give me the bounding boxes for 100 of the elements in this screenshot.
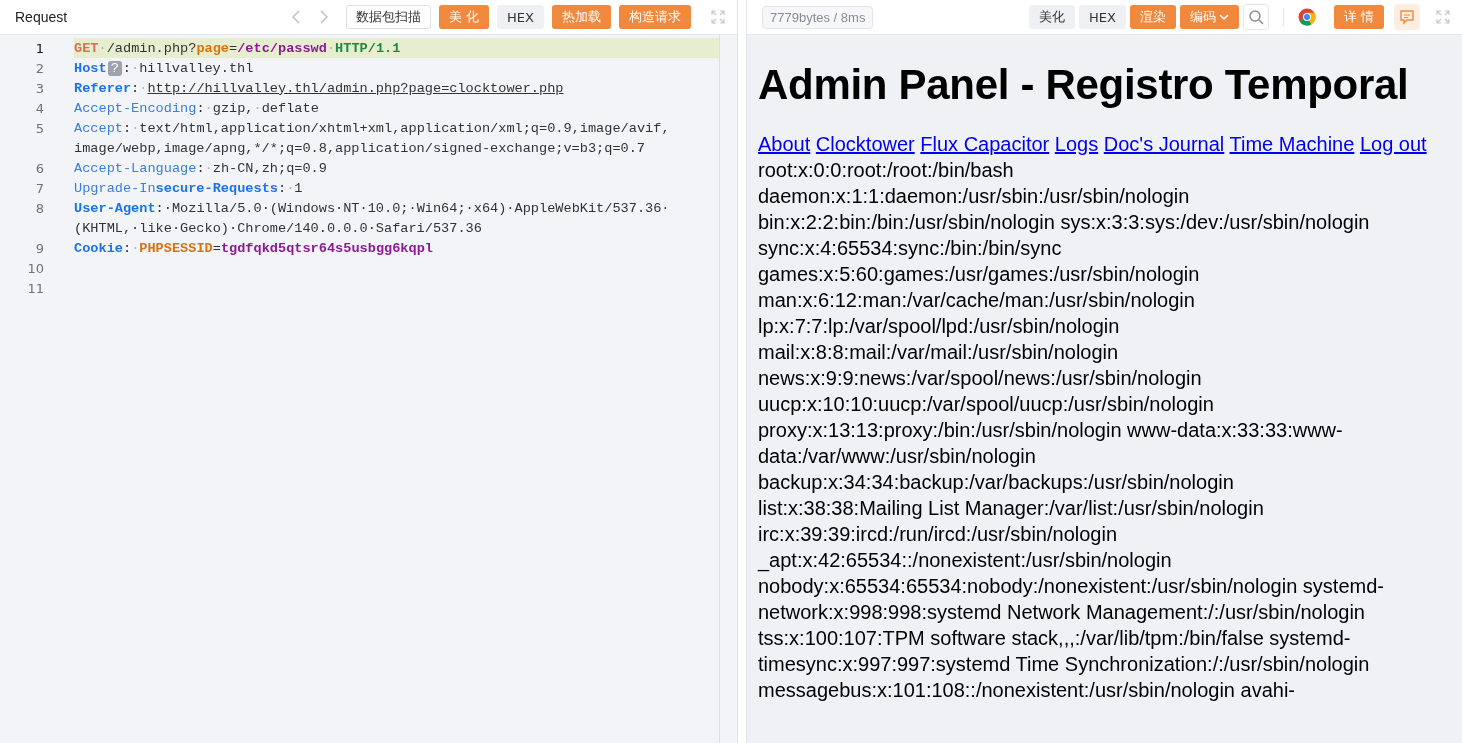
parameter-name: PHPSESSID: [139, 240, 213, 256]
code-text: image/webp,image/apng,*/*;q=0.8,application/signed-exchange;v=b3;q=0.7: [74, 140, 646, 156]
space-marker: ·: [131, 60, 140, 76]
code-text: deflate: [261, 100, 319, 116]
line-number: 2: [34, 60, 44, 76]
code-text: :: [122, 240, 132, 256]
file-line: network:x:998:998:systemd Network Management:/:/usr/sbin/nologin: [758, 600, 1366, 625]
space-marker: ·: [204, 100, 213, 116]
nav-link[interactable]: Flux Capacitor: [920, 133, 1050, 155]
file-line: mail:x:8:8:mail:/var/mail:/usr/sbin/nologin: [758, 340, 1120, 365]
space-marker: ·: [131, 240, 140, 256]
code-text: 1: [294, 180, 303, 196]
nav-link[interactable]: Time Machine: [1229, 133, 1355, 155]
code-text: :: [196, 100, 205, 116]
nav-link[interactable]: About: [758, 133, 811, 155]
file-line: sync:x:4:65534:sync:/bin:/bin/sync: [758, 236, 1063, 261]
url-link[interactable]: http://hillvalley.thl/admin.php?page=clocktower.php: [147, 80, 564, 96]
line-number: 7: [34, 180, 44, 196]
line-number: 11: [26, 280, 44, 296]
space-marker: ·: [139, 80, 148, 96]
code-text: =: [212, 240, 221, 256]
line-number: 3: [34, 80, 44, 96]
search-button[interactable]: [1242, 4, 1269, 30]
file-line: timesync:x:997:997:systemd Time Synchronization:/:/usr/sbin/nologin: [758, 652, 1371, 677]
header-name: Referer: [74, 80, 132, 96]
code-text: gzip,: [212, 100, 254, 116]
line-number: 4: [34, 100, 44, 116]
file-line: daemon:x:1:1:daemon:/usr/sbin:/usr/sbin/nologin: [758, 184, 1191, 209]
file-line: irc:x:39:39:ircd:/run/ircd:/usr/sbin/nologin: [758, 522, 1119, 547]
file-line: messagebus:x:101:108::/nonexistent:/usr/sbin/nologin avahi-: [758, 678, 1296, 703]
code-text: :: [131, 80, 140, 96]
header-name: secure-Requests: [155, 180, 278, 196]
parameter-name: page: [196, 40, 230, 56]
header-name: Host: [74, 60, 107, 76]
file-line: proxy:x:13:13:proxy:/bin:/usr/sbin/nologin www-data:x:33:33:www-: [758, 418, 1344, 443]
header-name: Accept: [74, 120, 123, 136]
space-marker: ·: [131, 120, 140, 136]
toolbar-button[interactable]: 美化: [1028, 5, 1075, 29]
code-text: (KHTML,·like·Gecko)·Chrome/140.0.0.0·Safari/537.36: [74, 220, 482, 236]
file-line: nobody:x:65534:65534:nobody:/nonexistent:/usr/sbin/nologin systemd-: [758, 574, 1385, 599]
page-heading: Admin Panel - Registro Temporal: [758, 61, 1410, 109]
comment-button[interactable]: [1394, 4, 1420, 30]
fullscreen-icon[interactable]: [1436, 10, 1450, 24]
header-name: Cookie: [74, 240, 123, 256]
file-line: _apt:x:42:65534::/nonexistent:/usr/sbin/nologin: [758, 548, 1173, 573]
code-text: zh-CN,zh;q=0.9: [212, 160, 327, 176]
header-name: Accept-Encoding: [74, 100, 197, 116]
file-line: tss:x:100:107:TPM software stack,,,:/var/lib/tpm:/bin/false systemd-: [758, 626, 1352, 651]
code-text: text/html,application/xhtml+xml,application/xml;q=0.9,image/avif,: [139, 120, 670, 136]
http-method: GET: [74, 40, 99, 56]
protocol-version: HTTP/1.1: [335, 40, 401, 56]
space-marker: ·: [326, 40, 336, 56]
comment-icon: [1399, 9, 1415, 25]
fullscreen-icon[interactable]: [711, 10, 725, 24]
line-number: 6: [34, 160, 44, 176]
nav-link[interactable]: Log out: [1359, 133, 1427, 155]
toolbar-button[interactable]: HEX: [1078, 5, 1126, 29]
line-number: 5: [34, 120, 44, 136]
file-line: news:x:9:9:news:/var/spool/news:/usr/sbin/nologin: [758, 366, 1203, 391]
code-text: :: [155, 200, 164, 216]
nav-link[interactable]: Logs: [1054, 133, 1099, 155]
code-text: ·Mozilla/5.0·(Windows·NT·10.0;·Win64;·x64)·AppleWebKit/537.36·: [163, 200, 670, 216]
caret-icon: [1218, 13, 1229, 21]
header-name: Accept-Language: [74, 160, 197, 176]
parameter-value: /etc/passwd: [237, 40, 327, 56]
file-line: bin:x:2:2:bin:/bin:/usr/sbin/nologin sys:x:3:3:sys:/dev:/usr/sbin/nologin: [758, 210, 1371, 235]
file-line: data:/var/www:/usr/sbin/nologin: [758, 444, 1037, 469]
line-number: 8: [34, 200, 44, 216]
code-text: :: [122, 60, 131, 76]
response-stats: 7779bytes / 8ms: [762, 5, 874, 29]
header-name: User-Agent: [74, 200, 156, 216]
file-line: backup:x:34:34:backup:/var/backups:/usr/sbin/nologin: [758, 470, 1235, 495]
file-line: uucp:x:10:10:uucp:/var/spool/uucp:/usr/sbin/nologin: [758, 392, 1215, 417]
file-line: root:x:0:0:root:/root:/bin/bash: [758, 158, 1015, 183]
parameter-value: tgdfqkd5qtsr64s5usbgg6kqpl: [220, 240, 433, 256]
file-line: list:x:38:38:Mailing List Manager:/var/list:/usr/sbin/nologin: [758, 496, 1265, 521]
nav-link[interactable]: Doc's Journal: [1103, 133, 1225, 155]
panel-title: Request: [15, 9, 68, 25]
code-text: /admin.php?: [106, 40, 197, 56]
toolbar-button[interactable]: HEX: [497, 5, 544, 29]
code-text: :: [277, 180, 287, 196]
toolbar-button[interactable]: 数据包扫描: [345, 5, 431, 29]
space-marker: ·: [253, 100, 262, 116]
nav-link[interactable]: Clocktower: [815, 133, 915, 155]
help-badge: ?: [107, 60, 122, 76]
line-number: 9: [34, 240, 44, 256]
space-marker: ·: [204, 160, 213, 176]
file-line: man:x:6:12:man:/var/cache/man:/usr/sbin/nologin: [758, 288, 1196, 313]
file-line: games:x:5:60:games:/usr/games:/usr/sbin/nologin: [758, 262, 1201, 287]
space-marker: ·: [286, 180, 295, 196]
code-text: :: [122, 120, 132, 136]
header-name: Upgrade-In: [74, 180, 156, 196]
space-marker: ·: [98, 40, 107, 56]
line-number: 1: [34, 40, 44, 56]
line-number: 10: [26, 260, 44, 276]
code-text: =: [229, 40, 238, 56]
browser-icon[interactable]: [1297, 8, 1316, 26]
code-text: :: [196, 160, 205, 176]
search-icon: [1247, 9, 1264, 25]
code-text: hillvalley.thl: [139, 60, 254, 76]
